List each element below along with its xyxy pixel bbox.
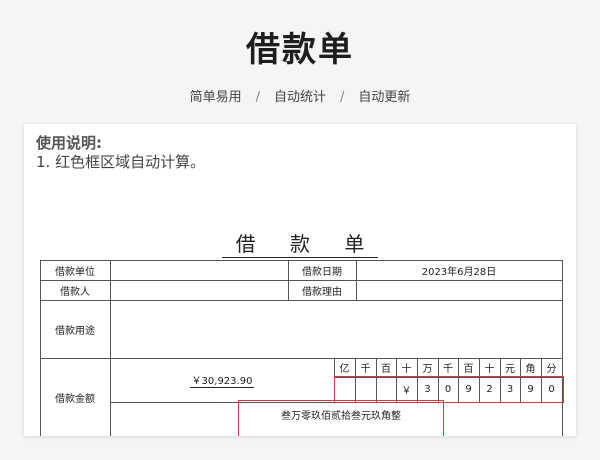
feature-tagline: 简单易用 / 自动统计 / 自动更新 (0, 86, 600, 105)
digit-header: 千 (360, 364, 371, 375)
amount-value: ￥30,923.90 (189, 372, 255, 388)
label-loan-reason: 借款理由 (302, 286, 342, 298)
spreadsheet-sheet: 使用说明: 1. 红色框区域自动计算。 借 款 单 借款单位 借款日期 2023… (24, 124, 576, 436)
label-loan-amount: 借款金额 (55, 393, 95, 405)
tag-separator: / (340, 90, 345, 105)
digit-header: 十 (484, 364, 495, 375)
digit-header: 分 (546, 364, 557, 375)
amount-field[interactable]: ￥30,923.90 (110, 358, 334, 402)
digit-header: 千 (443, 364, 453, 375)
tag-separator: / (255, 90, 260, 105)
instructions-heading: 使用说明: (36, 134, 102, 152)
borrower-unit-field[interactable] (110, 260, 288, 280)
auto-calc-digits-box (334, 376, 564, 403)
table-border (562, 260, 563, 436)
digit-header: 元 (505, 364, 515, 375)
digit-header: 百 (463, 364, 474, 375)
tag-auto-update: 自动更新 (358, 90, 411, 105)
loan-purpose-field[interactable] (110, 300, 562, 358)
label-borrower-unit: 借款单位 (55, 266, 95, 278)
digit-header: 亿 (339, 364, 350, 375)
label-borrower: 借款人 (60, 286, 90, 298)
borrower-field[interactable] (110, 280, 288, 300)
digit-header: 十 (401, 364, 412, 375)
tag-auto-stats: 自动统计 (273, 90, 326, 105)
digit-header: 百 (381, 364, 391, 375)
digit-header: 角 (525, 364, 536, 375)
label-loan-date: 借款日期 (302, 266, 342, 278)
instructions-item: 1. 红色框区域自动计算。 (36, 153, 206, 171)
amount-in-words: 叁万零玖佰贰拾叁元玖角整 (281, 410, 401, 422)
loan-date-field[interactable]: 2023年6月28日 (356, 260, 562, 280)
digit-header: 万 (422, 364, 433, 375)
form-title: 借 款 单 (24, 228, 576, 258)
page-title: 借款单 (246, 30, 354, 70)
loan-reason-field[interactable] (356, 280, 562, 300)
tag-easy: 简单易用 (189, 90, 242, 105)
label-loan-purpose: 借款用途 (55, 325, 95, 337)
